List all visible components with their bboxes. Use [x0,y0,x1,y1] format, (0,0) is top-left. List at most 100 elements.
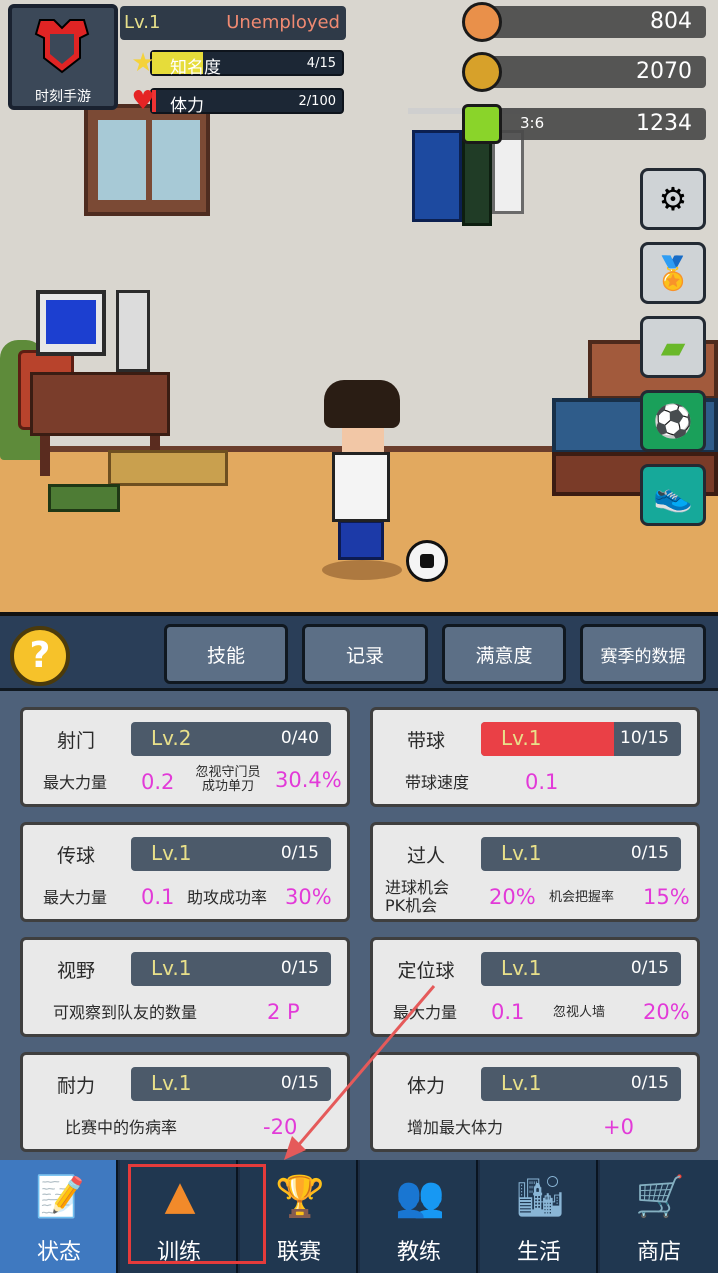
nav-shop[interactable]: 🛒 商店 [600,1160,718,1273]
coaches-icon: 👥 [395,1173,445,1220]
stat-value: 2 P [267,1000,300,1024]
boot-button[interactable]: 👟 [640,464,706,526]
nav-status[interactable]: 📝 状态 [0,1160,118,1273]
nav-training[interactable]: ▲ 训练 [120,1160,238,1273]
settings-button[interactable]: ⚙ [640,168,706,230]
skill-progress: 10/15 [620,728,669,748]
skill-progress: 0/15 [630,1073,669,1093]
skill-progress: 0/40 [280,728,319,748]
boot-icon: 👟 [653,476,693,514]
nav-label: 教练 [396,1240,441,1265]
trophy-ball-icon: 🏆 [275,1173,325,1220]
desk-leg [40,436,50,476]
tab-skills[interactable]: 技能 [164,624,288,684]
stat-value: 0.1 [141,885,175,909]
notepad-icon: 📝 [35,1173,85,1220]
skill-name: 传球 [56,845,95,867]
fame-value: 4/15 [306,56,336,71]
skill-level-bar: Lv.1 0/15 [131,952,331,986]
skill-name: 过人 [406,845,445,867]
skill-card-shooting[interactable]: 射门 Lv.2 0/40 最大力量 0.2 忽视守门员 成功单刀 30.4% [20,707,350,807]
skill-card-set-pieces[interactable]: 定位球 Lv.1 0/15 最大力量 0.1 忽视人墙 20% [370,937,700,1037]
city-icon: 🏙 [514,1173,566,1220]
ticket-counter[interactable]: 3:6 1234 [462,104,706,144]
watermark-text: 时刻手游 [35,89,91,105]
ticket-icon: ▰ [660,328,686,366]
ticket-timer: 3:6 [520,114,545,132]
gear-icon: ⚙ [658,180,688,218]
ticket-value: 1234 [636,111,692,136]
tab-season-data[interactable]: 赛季的数据 [580,624,706,684]
skill-level: Lv.1 [151,956,192,980]
skill-card-takeons[interactable]: 过人 Lv.1 0/15 进球机会 PK机会 20% 机会把握率 15% [370,822,700,922]
skill-card-vision[interactable]: 视野 Lv.1 0/15 可观察到队友的数量 2 P [20,937,350,1037]
stat-label: 忽视守门员 成功单刀 [195,765,261,794]
stamina-bar: 体力 2/100 [150,88,344,116]
stat-value: 30.4% [275,768,342,792]
help-button[interactable]: ? [10,626,70,686]
skill-level-bar: Lv.1 0/15 [131,837,331,871]
player-character[interactable] [318,380,404,580]
shopping-cart-icon: 🛒 [635,1173,685,1220]
tab-satisfaction[interactable]: 满意度 [442,624,566,684]
room-window [84,104,210,216]
star-icon: ★ [131,48,155,78]
nav-life[interactable]: 🏙 生活 [480,1160,598,1273]
skill-name: 定位球 [397,960,455,982]
ball-button[interactable]: ⚽ [640,390,706,452]
books [48,484,120,512]
skill-progress: 0/15 [630,958,669,978]
computer-desk [30,372,170,436]
skill-level: Lv.1 [501,1071,542,1095]
coin-icon [462,2,502,42]
skill-level-bar: Lv.1 0/15 [481,837,681,871]
nav-league[interactable]: 🏆 联赛 [240,1160,358,1273]
coin-counter[interactable]: 804 [462,2,706,42]
skill-progress: 0/15 [280,958,319,978]
stat-label: 忽视人墙 [553,1005,606,1020]
skill-name: 视野 [56,960,95,982]
skill-level-bar: Lv.1 0/15 [481,1067,681,1101]
stat-label: 最大力量 [43,773,108,792]
skill-name: 射门 [56,730,95,752]
stat-label: 带球速度 [405,773,470,792]
skill-name: 带球 [406,730,445,752]
stat-value: 0.2 [141,770,175,794]
skill-progress: 0/15 [630,843,669,863]
skill-level-bar: Lv.1 0/15 [481,952,681,986]
low-table [108,450,228,486]
skill-card-endurance[interactable]: 耐力 Lv.1 0/15 比赛中的伤病率 -20 [20,1052,350,1152]
stat-value: 15% [643,885,690,909]
skill-level: Lv.1 [501,956,542,980]
skill-card-stamina[interactable]: 体力 Lv.1 0/15 增加最大体力 +0 [370,1052,700,1152]
medal-button[interactable]: 🏅 [640,242,706,304]
pc-tower [116,290,150,372]
stat-label: 最大力量 [393,1003,458,1022]
team-crest-icon [34,19,90,74]
bottom-nav: 📝 状态 ▲ 训练 🏆 联赛 👥 教练 🏙 生活 🛒 商店 [0,1160,718,1273]
skill-progress: 0/15 [280,1073,319,1093]
stat-label: 可观察到队友的数量 [53,1003,198,1022]
skill-name: 体力 [406,1075,445,1097]
level-bar: Lv.1 Unemployed [120,6,346,40]
player-job: Unemployed [226,12,340,33]
tab-records[interactable]: 记录 [302,624,428,684]
stat-label: 助攻成功率 [187,888,268,907]
soccer-ball[interactable] [406,540,448,582]
profile-badge[interactable]: 时刻手游 [8,4,118,110]
computer-monitor [36,290,106,356]
skill-level-bar: Lv.1 0/15 [131,1067,331,1101]
skill-level: Lv.1 [151,1071,192,1095]
stat-label: 进球机会 PK机会 [385,878,450,915]
skill-card-passing[interactable]: 传球 Lv.1 0/15 最大力量 0.1 助攻成功率 30% [20,822,350,922]
medal-icon: 🏅 [653,254,693,292]
gem-counter[interactable]: 2070 [462,52,706,92]
nav-label: 状态 [36,1240,81,1265]
stat-label: 最大力量 [43,888,108,907]
stat-value: -20 [263,1115,298,1139]
nav-coach[interactable]: 👥 教练 [360,1160,478,1273]
skill-name: 耐力 [56,1075,95,1097]
skill-card-dribbling[interactable]: 带球 Lv.1 10/15 带球速度 0.1 [370,707,700,807]
ticket-icon [462,104,502,144]
ticket-button[interactable]: ▰ [640,316,706,378]
